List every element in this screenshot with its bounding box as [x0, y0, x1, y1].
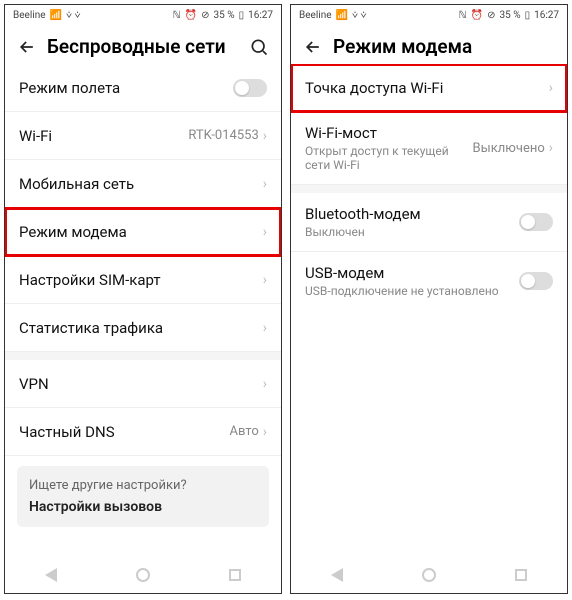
row-wifi-hotspot[interactable]: Точка доступа Wi-Fi › — [291, 64, 567, 112]
toggle-bt-tether[interactable] — [519, 213, 553, 231]
status-bar: Beeline 📶 ⩒ ⩒ ℕ ⏰ ⊘ 35 % ▯ 16:27 — [291, 5, 567, 25]
back-icon[interactable] — [17, 37, 37, 57]
row-wifi-bridge[interactable]: Wi-Fi-мост Открыт доступ к текущей сети … — [291, 112, 567, 185]
row-usb-tether[interactable]: USB-модем USB-подключение не установлено — [291, 252, 567, 310]
row-sublabel: Выключен — [305, 225, 519, 239]
row-label: Bluetooth-модем — [305, 205, 519, 223]
alarm-icon: ⏰ — [185, 10, 197, 21]
clock-label: 16:27 — [534, 10, 559, 21]
nav-recent-icon[interactable] — [229, 569, 241, 581]
battery-icon: ▯ — [239, 10, 245, 21]
battery-icon: ▯ — [525, 10, 531, 21]
row-mobile-network[interactable]: Мобильная сеть › — [5, 160, 281, 208]
dnd-icon: ⊘ — [201, 10, 209, 21]
chevron-right-icon: › — [263, 272, 267, 288]
call-settings-link[interactable]: Настройки вызовов — [29, 499, 257, 515]
voice-icons: ⩒ ⩒ — [352, 10, 367, 21]
row-value: Авто — [230, 424, 259, 439]
row-private-dns[interactable]: Частный DNS Авто › — [5, 408, 281, 456]
row-label: Режим модема — [19, 223, 263, 241]
carrier-label: Beeline — [299, 10, 332, 21]
row-label: Статистика трафика — [19, 319, 263, 337]
voice-icons: ⩒ ⩒ — [66, 10, 81, 21]
signal-icon: 📶 — [336, 10, 348, 21]
battery-label: 35 % — [214, 10, 235, 21]
row-traffic-stats[interactable]: Статистика трафика › — [5, 304, 281, 352]
nav-recent-icon[interactable] — [515, 569, 527, 581]
screen-wireless-settings: Beeline 📶 ⩒ ⩒ ℕ ⏰ ⊘ 35 % ▯ 16:27 Беспров… — [4, 4, 282, 594]
other-settings-card: Ищете другие настройки? Настройки вызово… — [17, 466, 269, 527]
header: Режим модема — [291, 25, 567, 64]
nfc-icon: ℕ — [459, 10, 467, 21]
section-divider — [291, 185, 567, 193]
row-value: RTK-014553 — [188, 128, 258, 143]
chevron-right-icon: › — [263, 424, 267, 440]
nav-back-icon[interactable] — [331, 568, 343, 582]
row-label: Точка доступа Wi-Fi — [305, 79, 549, 97]
nav-bar — [291, 557, 567, 593]
section-divider — [5, 352, 281, 360]
page-title: Режим модема — [333, 35, 555, 58]
chevron-right-icon: › — [549, 140, 553, 156]
header: Беспроводные сети — [5, 25, 281, 64]
chevron-right-icon: › — [263, 320, 267, 336]
screen-tethering: Beeline 📶 ⩒ ⩒ ℕ ⏰ ⊘ 35 % ▯ 16:27 Режим м… — [290, 4, 568, 594]
chevron-right-icon: › — [263, 128, 267, 144]
footer-question: Ищете другие настройки? — [29, 478, 257, 493]
row-label: Частный DNS — [19, 423, 230, 441]
chevron-right-icon: › — [263, 224, 267, 240]
nav-back-icon[interactable] — [45, 568, 57, 582]
row-vpn[interactable]: VPN › — [5, 360, 281, 408]
row-sim-settings[interactable]: Настройки SIM-карт › — [5, 256, 281, 304]
battery-label: 35 % — [500, 10, 521, 21]
row-wifi[interactable]: Wi-Fi RTK-014553 › — [5, 112, 281, 160]
status-bar: Beeline 📶 ⩒ ⩒ ℕ ⏰ ⊘ 35 % ▯ 16:27 — [5, 5, 281, 25]
row-label: VPN — [19, 375, 263, 393]
nav-bar — [5, 557, 281, 593]
row-tethering[interactable]: Режим модема › — [5, 208, 281, 256]
nav-home-icon[interactable] — [422, 568, 436, 582]
dnd-icon: ⊘ — [487, 10, 495, 21]
chevron-right-icon: › — [549, 80, 553, 96]
chevron-right-icon: › — [263, 376, 267, 392]
row-bluetooth-tether[interactable]: Bluetooth-модем Выключен — [291, 193, 567, 252]
toggle-usb-tether[interactable] — [519, 272, 553, 290]
search-icon[interactable] — [249, 37, 269, 57]
row-sublabel: USB-подключение не установлено — [305, 284, 519, 298]
carrier-label: Beeline — [13, 10, 46, 21]
row-airplane-mode[interactable]: Режим полета — [5, 64, 281, 112]
row-label: USB-модем — [305, 264, 519, 282]
row-label: Настройки SIM-карт — [19, 271, 263, 289]
row-value: Выключено — [473, 141, 545, 156]
row-sublabel: Открыт доступ к текущей сети Wi-Fi — [305, 144, 473, 172]
page-title: Беспроводные сети — [47, 35, 239, 58]
row-label: Wi-Fi-мост — [305, 124, 473, 142]
signal-icon: 📶 — [50, 10, 62, 21]
alarm-icon: ⏰ — [471, 10, 483, 21]
row-label: Мобильная сеть — [19, 175, 263, 193]
toggle-airplane[interactable] — [233, 79, 267, 97]
chevron-right-icon: › — [263, 176, 267, 192]
row-label: Режим полета — [19, 79, 233, 97]
nfc-icon: ℕ — [173, 10, 181, 21]
back-icon[interactable] — [303, 37, 323, 57]
nav-home-icon[interactable] — [136, 568, 150, 582]
clock-label: 16:27 — [248, 10, 273, 21]
row-label: Wi-Fi — [19, 127, 188, 145]
